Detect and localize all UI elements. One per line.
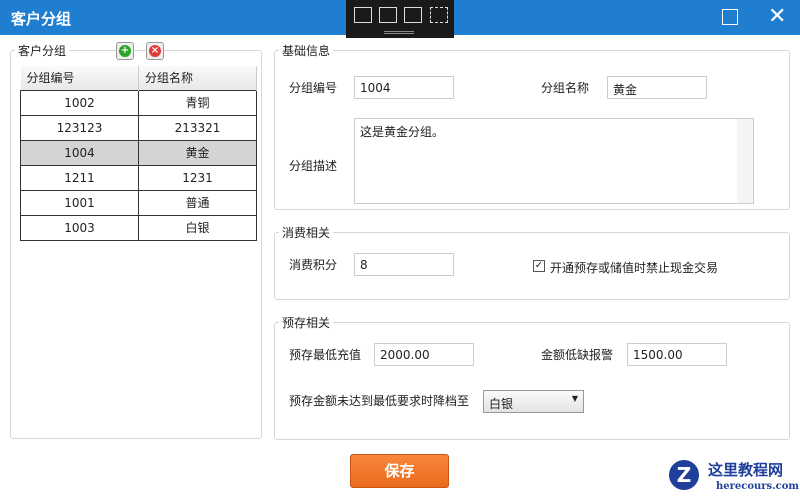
code-label: 分组编号 (289, 81, 338, 95)
watermark-title: 这里教程网 (708, 461, 784, 479)
chevron-down-icon: ▼ (571, 394, 578, 403)
capture-window-icon[interactable] (404, 7, 422, 23)
cell-name: 黄金 (138, 139, 257, 166)
code-input[interactable]: 1004 (354, 76, 454, 99)
delete-group-button[interactable]: × (146, 42, 164, 60)
name-input[interactable]: 黄金 (607, 76, 707, 99)
downgrade-value: 白银 (489, 397, 514, 411)
maximize-button[interactable] (722, 9, 738, 25)
table-row[interactable]: 1002 青铜 (20, 89, 257, 116)
cell-name: 白银 (138, 214, 257, 241)
consume-legend: 消费相关 (282, 226, 331, 240)
low-balance-input[interactable]: 1500.00 (627, 343, 727, 366)
min-recharge-label: 预存最低充值 (289, 348, 362, 362)
capture-pointer-icon[interactable] (379, 7, 397, 23)
watermark-logo: Z 这里教程网 herecours.com (655, 455, 800, 500)
cell-name: 青铜 (138, 89, 257, 116)
plus-icon: + (119, 45, 131, 57)
save-button[interactable]: 保存 (350, 454, 449, 488)
cell-code: 1211 (20, 164, 139, 191)
cell-code: 1003 (20, 214, 139, 241)
low-balance-label: 金额低缺报警 (541, 348, 614, 362)
column-header-code[interactable]: 分组编号 (20, 66, 139, 90)
points-input[interactable]: 8 (354, 253, 454, 276)
min-recharge-input[interactable]: 2000.00 (374, 343, 474, 366)
name-label: 分组名称 (541, 81, 590, 95)
table-row-selected[interactable]: 1004 黄金 (20, 139, 257, 166)
x-icon: × (149, 45, 161, 57)
window-title: 客户分组 (11, 10, 72, 28)
logo-icon: Z (669, 460, 699, 490)
close-button[interactable]: ✕ (768, 6, 786, 28)
cell-code: 1004 (20, 139, 139, 166)
desc-scrollbar[interactable] (737, 119, 753, 203)
prestore-legend: 预存相关 (282, 316, 331, 330)
table-row[interactable]: 1001 普通 (20, 189, 257, 216)
column-header-name[interactable]: 分组名称 (138, 66, 257, 90)
downgrade-label: 预存金额未达到最低要求时降档至 (289, 394, 470, 408)
points-label: 消费积分 (289, 258, 338, 272)
capture-settings-icon[interactable] (354, 7, 372, 23)
capture-region-icon[interactable] (430, 7, 448, 23)
drag-handle[interactable] (384, 31, 414, 34)
prestore-group: 预存相关 (274, 314, 790, 440)
cash-ban-label: 开通预存或储值时禁止现金交易 (550, 261, 719, 275)
cell-name: 普通 (138, 189, 257, 216)
group-list-legend: 客户分组 (18, 44, 67, 58)
table-row[interactable]: 123123 213321 (20, 114, 257, 141)
desc-textarea[interactable]: 这是黄金分组。 (354, 118, 754, 204)
add-group-button[interactable]: + (116, 42, 134, 60)
cash-ban-checkbox[interactable]: ✓ (533, 260, 545, 272)
basic-info-legend: 基础信息 (282, 44, 331, 58)
table-row[interactable]: 1211 1231 (20, 164, 257, 191)
cell-code: 1002 (20, 89, 139, 116)
desc-label: 分组描述 (289, 159, 338, 173)
group-table: 分组编号 分组名称 1002 青铜 123123 213321 1004 黄金 1211… (20, 66, 257, 241)
cell-name: 1231 (138, 164, 257, 191)
cell-code: 1001 (20, 189, 139, 216)
cell-name: 213321 (138, 114, 257, 141)
watermark-url: herecours.com (716, 481, 800, 492)
downgrade-select[interactable]: 白银 ▼ (483, 390, 584, 413)
cell-code: 123123 (20, 114, 139, 141)
table-row[interactable]: 1003 白银 (20, 214, 257, 241)
